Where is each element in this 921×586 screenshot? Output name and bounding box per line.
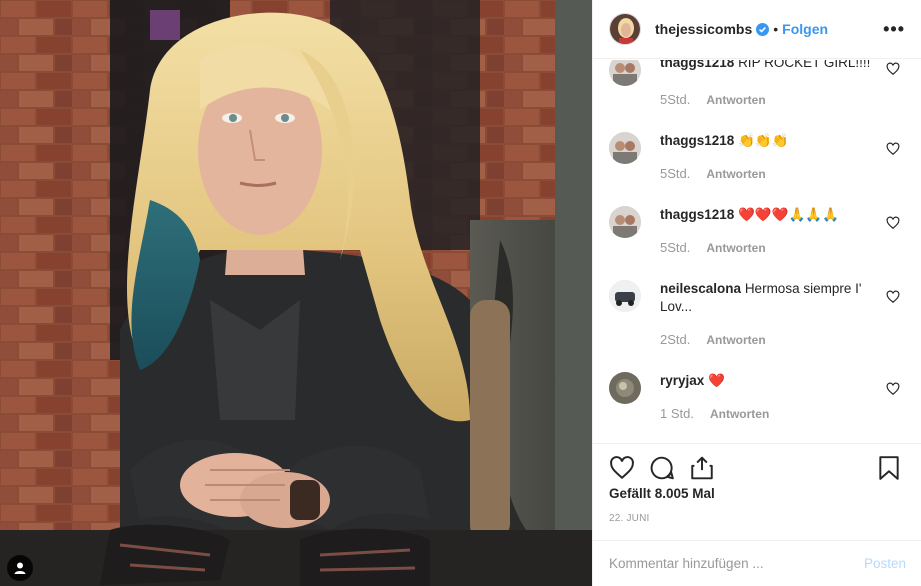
comments-list[interactable]: thaggs1218 RIP ROCKET GIRL!!!! 5Std. Ant…: [593, 60, 921, 443]
heart-icon[interactable]: [886, 216, 900, 230]
comment-meta: 1 Std. Antworten: [660, 406, 769, 421]
comment-text: thaggs1218 RIP ROCKET GIRL!!!!: [660, 60, 882, 72]
comment-time: 2Std.: [660, 332, 691, 347]
comment-username[interactable]: thaggs1218: [660, 60, 734, 70]
comment-text: thaggs1218 ❤️❤️❤️🙏🙏🙏: [660, 206, 882, 224]
follow-button[interactable]: Folgen: [782, 21, 828, 37]
reply-button[interactable]: Antworten: [706, 167, 765, 181]
comment-text: thaggs1218 👏👏👏: [660, 132, 882, 150]
commenter-avatar[interactable]: [609, 372, 641, 404]
user-tag-button[interactable]: [7, 555, 33, 581]
comment-body: RIP ROCKET GIRL!!!!: [738, 60, 871, 70]
post-side-panel: thejessicombs • Folgen ••• thaggs1218 RI…: [592, 0, 921, 586]
post-header: thejessicombs • Folgen •••: [593, 0, 921, 59]
comment-username[interactable]: thaggs1218: [660, 133, 734, 148]
comment-text: neilescalona Hermosa siempre I' Lov...: [660, 280, 882, 316]
comment-meta: 5Std. Antworten: [660, 166, 766, 181]
comment-username[interactable]: neilescalona: [660, 281, 741, 296]
account-username[interactable]: thejessicombs: [655, 21, 752, 37]
commenter-avatar[interactable]: [609, 280, 641, 312]
comment-emoji: 👏👏👏: [738, 133, 789, 148]
reply-button[interactable]: Antworten: [706, 241, 765, 255]
comment-username[interactable]: thaggs1218: [660, 207, 734, 222]
heart-icon[interactable]: [886, 382, 900, 396]
reply-button[interactable]: Antworten: [710, 407, 769, 421]
commenter-avatar[interactable]: [609, 60, 641, 86]
comment-time: 5Std.: [660, 92, 691, 107]
heart-icon[interactable]: [609, 455, 635, 481]
reply-button[interactable]: Antworten: [706, 93, 765, 107]
more-options-button[interactable]: •••: [883, 19, 905, 40]
post-comment-button[interactable]: Posten: [864, 556, 906, 571]
comment-composer: Posten: [593, 540, 921, 586]
verified-badge-icon: [756, 22, 770, 36]
comment-text: ryryjax ❤️: [660, 372, 882, 390]
comment-time: 1 Std.: [660, 406, 694, 421]
action-icons-row: [609, 444, 906, 492]
comment-icon[interactable]: [649, 455, 675, 481]
post-photo[interactable]: [0, 0, 592, 586]
comment-meta: 5Std. Antworten: [660, 92, 766, 107]
commenter-avatar[interactable]: [609, 132, 641, 164]
user-tag-icon: [14, 562, 26, 574]
commenter-avatar[interactable]: [609, 206, 641, 238]
comment-emoji: ❤️❤️❤️🙏🙏🙏: [738, 207, 839, 222]
comment-username[interactable]: ryryjax: [660, 373, 704, 388]
account-avatar[interactable]: [609, 13, 641, 45]
reply-button[interactable]: Antworten: [706, 333, 765, 347]
comment-input[interactable]: [609, 556, 864, 571]
heart-icon[interactable]: [886, 62, 900, 76]
comment-meta: 5Std. Antworten: [660, 240, 766, 255]
post-photo-illustration: [0, 0, 592, 586]
header-separator: •: [773, 21, 779, 37]
likes-count[interactable]: Gefällt 8.005 Mal: [609, 486, 906, 501]
post-date[interactable]: 22. JUNI: [609, 513, 906, 524]
comment-time: 5Std.: [660, 166, 691, 181]
comment-time: 5Std.: [660, 240, 691, 255]
comment-emoji: ❤️: [708, 373, 725, 388]
heart-icon[interactable]: [886, 142, 900, 156]
share-icon[interactable]: [689, 455, 715, 481]
heart-icon[interactable]: [886, 290, 900, 304]
bookmark-icon[interactable]: [876, 455, 902, 481]
comment-meta: 2Std. Antworten: [660, 332, 766, 347]
post-actions: Gefällt 8.005 Mal 22. JUNI: [593, 443, 921, 524]
